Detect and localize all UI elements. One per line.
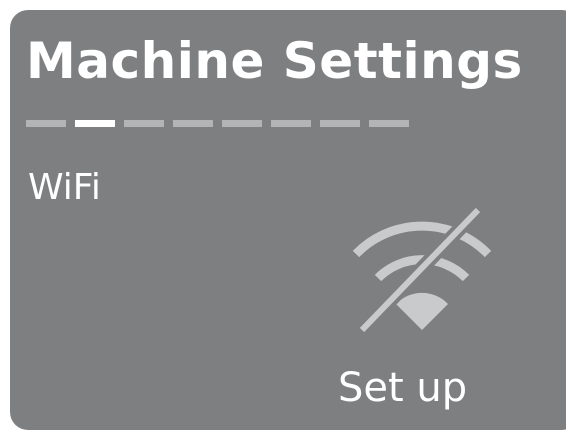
setting-label: WiFi [28, 167, 101, 208]
wifi-off-icon [352, 205, 492, 335]
wifi-outer-arc [352, 221, 492, 258]
page-indicator-segment [271, 120, 311, 127]
page-indicator-segment [124, 120, 164, 127]
machine-settings-screen: Machine Settings WiFi Set up [10, 10, 566, 430]
page-indicator-segment [173, 120, 213, 127]
page-indicator-segment [26, 120, 66, 127]
page-indicator-segment [369, 120, 409, 127]
page-indicator-segment [320, 120, 360, 127]
set-up-button[interactable]: Set up [338, 368, 467, 408]
page-title: Machine Settings [26, 32, 523, 90]
wifi-dot [396, 292, 448, 330]
page-indicator-segment [75, 120, 115, 127]
page-indicator-segment [222, 120, 262, 127]
